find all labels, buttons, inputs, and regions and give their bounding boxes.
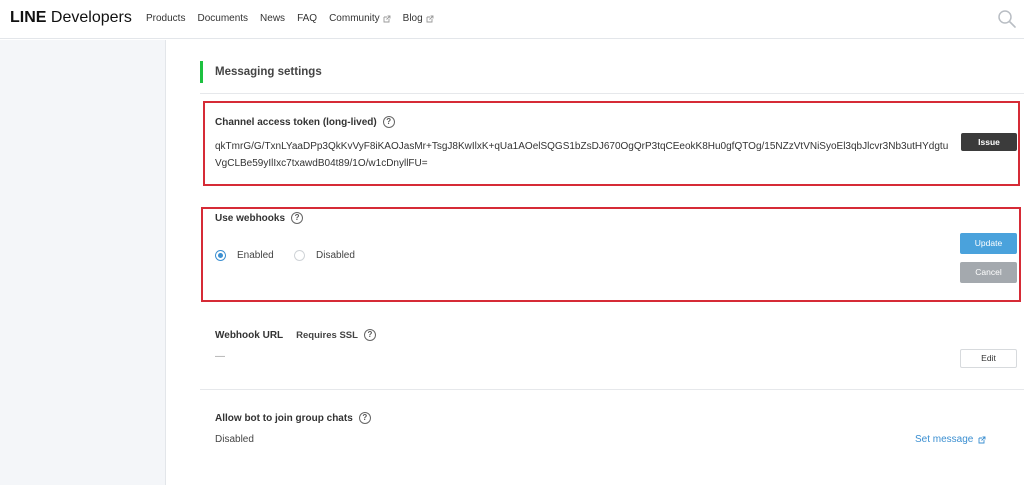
nav-faq[interactable]: FAQ [297,13,317,24]
brand-name: Developers [50,9,132,26]
webhook-url-label: Webhook URL Requires SSL ? [215,329,376,341]
token-label-text: Channel access token (long-lived) [215,116,377,128]
sidebar [0,40,166,485]
webhooks-label: Use webhooks ? [215,212,304,224]
divider [200,93,1024,94]
issue-button[interactable]: Issue [961,133,1017,151]
group-chats-label-text: Allow bot to join group chats [215,412,353,424]
external-link-icon [383,15,391,22]
nav-label: Documents [197,13,249,24]
nav-documents[interactable]: Documents [197,13,248,24]
nav-products[interactable]: Products [146,13,185,24]
search-icon[interactable] [997,9,1017,29]
help-icon[interactable]: ? [291,212,304,224]
nav-label: FAQ [297,13,318,24]
help-icon[interactable]: ? [358,412,371,424]
section-header: Messaging settings [200,61,1020,83]
nav-blog[interactable]: Blog [403,13,434,24]
section-title: Messaging settings [215,66,322,78]
divider [200,389,1024,390]
webhook-url-label-text: Webhook URL [215,329,284,341]
nav-news[interactable]: News [260,13,285,24]
group-chats-value: Disabled [215,434,254,445]
help-icon[interactable]: ? [363,329,376,341]
radio-disabled[interactable]: Disabled [294,250,355,261]
nav-community[interactable]: Community [329,13,391,24]
nav-label: Products [146,13,186,24]
external-link-icon [978,436,986,443]
nav-label: Blog [402,13,423,24]
requires-ssl-label: Requires SSL [296,329,358,341]
section-accent-bar [200,61,203,83]
update-button[interactable]: Update [960,233,1017,254]
brand-logo[interactable]: LINE Developers [10,9,132,27]
set-message-link[interactable]: Set message [915,434,986,445]
set-message-label: Set message [915,434,974,445]
radio-enabled-input[interactable] [215,250,226,261]
edit-button[interactable]: Edit [960,349,1017,368]
radio-disabled-input[interactable] [294,250,305,261]
brand-line: LINE [10,9,47,26]
nav-label: Community [329,13,380,24]
radio-enabled[interactable]: Enabled [215,250,274,261]
main-nav: Products Documents News FAQ Community Bl… [146,13,434,24]
token-label: Channel access token (long-lived) ? [215,116,395,128]
cancel-button[interactable]: Cancel [960,262,1017,283]
group-chats-label: Allow bot to join group chats ? [215,412,371,424]
webhooks-label-text: Use webhooks [215,212,286,224]
radio-enabled-label: Enabled [237,250,274,261]
radio-disabled-label: Disabled [316,250,355,261]
top-navigation-bar: LINE Developers Products Documents News … [0,0,1024,39]
nav-label: News [260,13,286,24]
help-icon[interactable]: ? [382,116,395,128]
webhook-url-value: — [215,351,225,362]
external-link-icon [426,15,434,22]
token-value: qkTmrG/G/TxnLYaaDPp3QkKvVyF8iKAOJasMr+Ts… [215,141,949,169]
